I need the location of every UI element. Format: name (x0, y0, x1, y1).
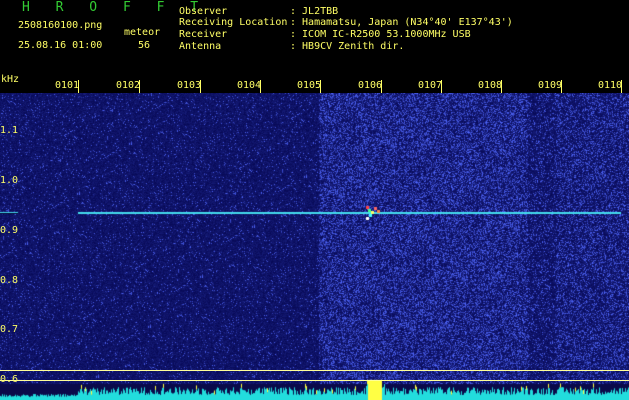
freq-tick: 1.1 (0, 125, 19, 136)
time-tick: 0110 (597, 80, 623, 91)
time-tick: 0103 (176, 80, 202, 91)
receiver-value: : ICOM IC-R2500 53.1000MHz USB (290, 29, 471, 40)
antenna-label: Antenna (179, 41, 222, 52)
minute-marker (200, 80, 201, 93)
spectrogram[interactable] (0, 93, 629, 400)
time-tick: 0102 (115, 80, 141, 91)
minute-marker (139, 80, 140, 93)
location-value: : Hamamatsu, Japan (N34°40' E137°43') (290, 17, 513, 28)
time-tick: 0101 (54, 80, 80, 91)
time-tick: 0109 (537, 80, 563, 91)
minute-marker (320, 80, 321, 93)
receiver-label: Receiver (179, 29, 228, 40)
minute-marker (621, 80, 622, 93)
time-tick: 0107 (417, 80, 443, 91)
minute-marker (561, 80, 562, 93)
freq-tick: 0.6 (0, 374, 19, 385)
minute-marker (441, 80, 442, 93)
filename: 2508160100.png (18, 20, 103, 31)
meteor-count: 56 (138, 40, 151, 51)
minute-marker (260, 80, 261, 93)
mode-label: meteor (124, 27, 161, 38)
time-tick: 0108 (477, 80, 503, 91)
time-tick: 0104 (236, 80, 262, 91)
time-tick: 0105 (296, 80, 322, 91)
threshold-line (0, 370, 629, 371)
unit-label: kHz (1, 74, 20, 85)
time-axis: kHz 0101 0102 0103 0104 0105 0106 0107 0… (0, 74, 629, 93)
observer-label: Observer (179, 6, 228, 17)
observer-value: : JL2TBB (290, 6, 339, 17)
time-tick: 0106 (357, 80, 383, 91)
header-panel: H R O F F T 2508160100.png meteor 25.08.… (0, 0, 629, 74)
threshold-line (0, 380, 629, 381)
antenna-value: : HB9CV Zenith dir. (290, 41, 405, 52)
freq-tick: 0.9 (0, 225, 19, 236)
datetime: 25.08.16 01:00 (18, 40, 103, 51)
freq-tick: 0.8 (0, 275, 19, 286)
minute-marker (381, 80, 382, 93)
freq-tick: 1.0 (0, 175, 19, 186)
freq-tick: 0.7 (0, 324, 19, 335)
minute-marker (501, 80, 502, 93)
location-label: Receiving Location (179, 17, 288, 28)
minute-marker (78, 80, 79, 93)
